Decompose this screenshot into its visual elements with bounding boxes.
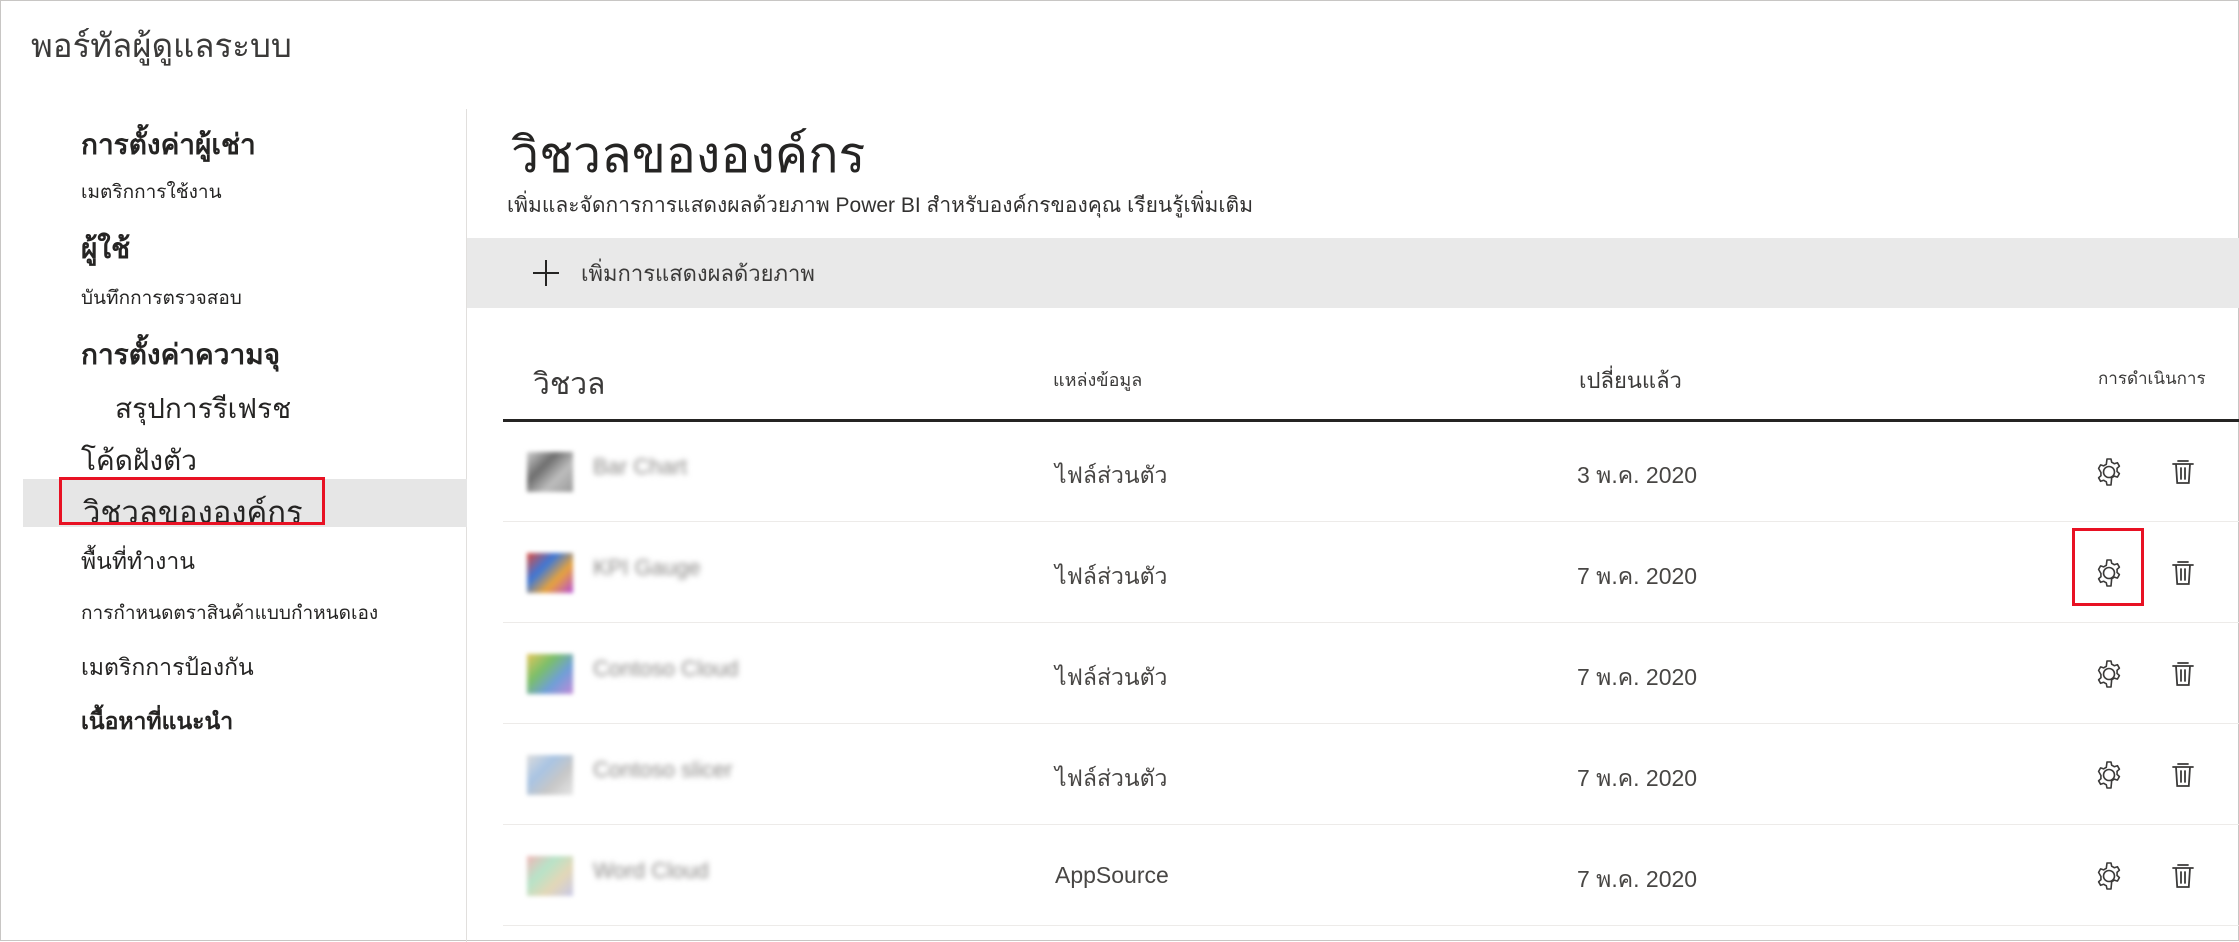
sidebar-item-audit-logs[interactable]: บันทึกการตรวจสอบ	[81, 283, 242, 313]
visual-settings-button[interactable]	[2087, 652, 2131, 696]
table-row[interactable]	[503, 421, 2239, 522]
visual-settings-button[interactable]	[2087, 450, 2131, 494]
visual-name[interactable]: Bar Chart	[593, 454, 687, 480]
visual-thumbnail	[527, 855, 573, 896]
gear-icon	[2097, 457, 2121, 486]
add-visual-button[interactable]: เพิ่มการแสดงผลด้วยภาพ	[531, 253, 815, 293]
column-header-changed[interactable]: เปลี่ยนแล้ว	[1579, 363, 1682, 398]
sidebar-item-custom-branding[interactable]: การกำหนดตราสินค้าแบบกำหนดเอง	[81, 598, 378, 628]
visual-changed-date: 7 พ.ค. 2020	[1577, 865, 1698, 892]
gear-icon	[2097, 659, 2121, 688]
visual-name[interactable]: Contoso Cloud	[593, 656, 739, 682]
trash-icon	[2172, 459, 2194, 484]
gear-icon	[2097, 760, 2121, 789]
visual-delete-button[interactable]	[2161, 753, 2205, 797]
trash-icon	[2172, 863, 2194, 888]
trash-icon	[2172, 560, 2194, 585]
table-row[interactable]	[503, 825, 2239, 926]
visual-name[interactable]: Contoso slicer	[593, 757, 732, 783]
visual-delete-button[interactable]	[2161, 854, 2205, 898]
app-title: พอร์ทัลผู้ดูแลระบบ	[31, 27, 292, 64]
visual-thumbnail	[527, 451, 573, 492]
visual-delete-button[interactable]	[2161, 652, 2205, 696]
sidebar-item-featured-content[interactable]: เนื้อหาที่แนะนำ	[81, 704, 233, 740]
visual-changed-date: 7 พ.ค. 2020	[1577, 663, 1698, 690]
column-header-visual[interactable]: วิชวล	[533, 361, 605, 408]
admin-portal-window: พอร์ทัลผู้ดูแลระบบ การตั้งค่าผู้เช่า เมต…	[0, 0, 2239, 942]
table-row[interactable]	[503, 522, 2239, 623]
sidebar-item-capacity-settings[interactable]: การตั้งค่าความจุ	[81, 333, 280, 377]
sidebar-item-users[interactable]: ผู้ใช้	[81, 227, 130, 271]
visual-delete-button[interactable]	[2161, 450, 2205, 494]
visual-settings-button[interactable]	[2087, 854, 2131, 898]
table-row[interactable]	[503, 623, 2239, 724]
page-description: เพิ่มและจัดการการแสดงผลด้วยภาพ Power BI …	[507, 194, 1254, 217]
visual-source: ไฟล์ส่วนตัว	[1055, 663, 1168, 690]
table-row[interactable]	[503, 724, 2239, 825]
visual-settings-button[interactable]	[2087, 753, 2131, 797]
selected-item-callout	[59, 477, 325, 525]
sidebar-item-workspaces[interactable]: พื้นที่ทำงาน	[81, 544, 195, 580]
trash-icon	[2172, 661, 2194, 686]
visual-source: ไฟล์ส่วนตัว	[1055, 764, 1168, 791]
sidebar-item-refresh-summary[interactable]: สรุปการรีเฟรช	[115, 387, 291, 431]
settings-callout	[2072, 528, 2144, 606]
gear-icon	[2097, 861, 2121, 890]
column-header-source[interactable]: แหล่งข้อมูล	[1053, 365, 1142, 394]
visual-source: ไฟล์ส่วนตัว	[1055, 562, 1168, 589]
column-header-actions: การดำเนินการ	[2098, 369, 2206, 388]
sidebar-item-tenant-settings[interactable]: การตั้งค่าผู้เช่า	[81, 123, 256, 167]
visual-name[interactable]: KPI Gauge	[593, 555, 701, 581]
visual-changed-date: 7 พ.ค. 2020	[1577, 562, 1698, 589]
trash-icon	[2172, 762, 2194, 787]
sidebar-item-protection-metrics[interactable]: เมตริกการป้องกัน	[81, 650, 254, 686]
visual-changed-date: 3 พ.ค. 2020	[1577, 461, 1698, 488]
visual-delete-button[interactable]	[2161, 551, 2205, 595]
sidebar-item-usage-metrics[interactable]: เมตริกการใช้งาน	[81, 177, 222, 207]
page-title: วิชวลขององค์กร	[511, 127, 866, 183]
visual-source: ไฟล์ส่วนตัว	[1055, 461, 1168, 488]
visual-name[interactable]: Word Cloud	[593, 858, 709, 884]
visual-thumbnail	[527, 754, 573, 795]
visual-source: AppSource	[1055, 861, 1169, 888]
visual-thumbnail	[527, 653, 573, 694]
visual-thumbnail	[527, 552, 573, 593]
plus-icon	[533, 260, 559, 286]
add-visual-label: เพิ่มการแสดงผลด้วยภาพ	[581, 260, 815, 286]
visual-changed-date: 7 พ.ค. 2020	[1577, 764, 1698, 791]
